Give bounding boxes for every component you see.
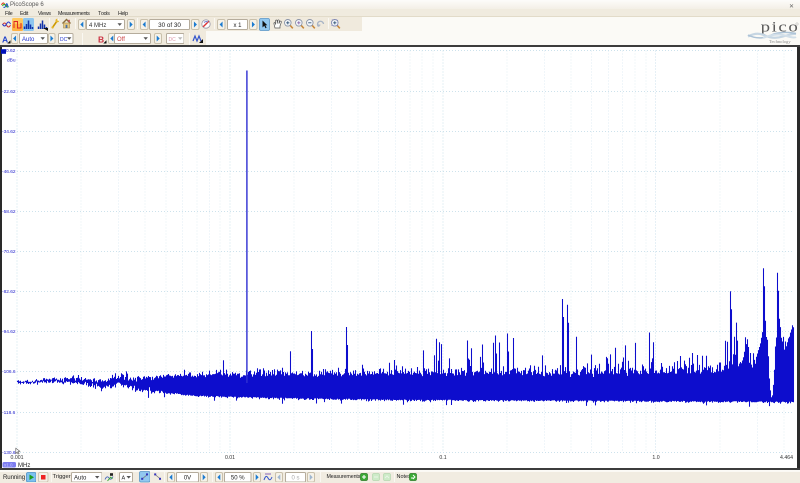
svg-text:-22.62: -22.62	[2, 89, 16, 95]
svg-text:A: A	[121, 475, 125, 481]
svg-text:0V: 0V	[184, 475, 191, 481]
svg-text:1.0: 1.0	[652, 455, 659, 461]
svg-text:-94.62: -94.62	[2, 329, 16, 335]
svg-text:-46.62: -46.62	[2, 169, 16, 175]
svg-text:4.464: 4.464	[780, 455, 793, 461]
svg-text:-34.62: -34.62	[2, 129, 16, 135]
svg-text:-58.62: -58.62	[2, 209, 16, 215]
svg-text:0.01: 0.01	[225, 455, 235, 461]
svg-text:0.1: 0.1	[439, 455, 446, 461]
svg-text:MHz: MHz	[18, 463, 30, 469]
svg-text:0.62: 0.62	[6, 48, 16, 54]
svg-text:-82.62: -82.62	[2, 289, 16, 295]
svg-text:50 %: 50 %	[231, 475, 245, 481]
svg-text:-106.6: -106.6	[2, 369, 16, 375]
svg-text:0.001: 0.001	[11, 455, 24, 461]
svg-text:Auto: Auto	[74, 475, 87, 481]
svg-text:-70.62: -70.62	[2, 249, 16, 255]
svg-text:0 s: 0 s	[291, 475, 299, 481]
svg-text:dBu: dBu	[7, 58, 16, 64]
svg-text:x1.0: x1.0	[4, 463, 13, 468]
svg-text:-118.6: -118.6	[2, 410, 16, 416]
